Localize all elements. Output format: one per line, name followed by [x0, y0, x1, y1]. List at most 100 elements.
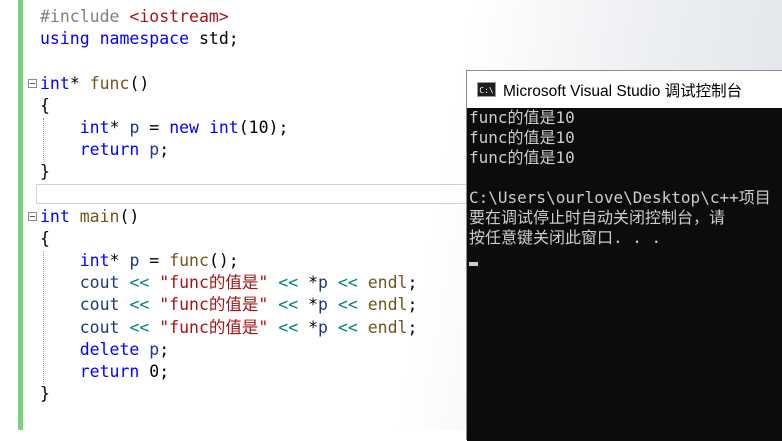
code-token: << — [337, 295, 358, 315]
code-token: ; — [159, 339, 170, 359]
code-token: ; — [407, 317, 418, 337]
code-token: * — [69, 73, 90, 93]
code-token: << — [337, 273, 358, 293]
code-token: int — [40, 206, 70, 226]
code-token: << — [129, 295, 150, 315]
code-line-text: { — [40, 95, 50, 117]
code-line-text: { — [40, 228, 50, 250]
code-token: << — [278, 317, 299, 337]
code-token: * — [298, 295, 319, 315]
code-token: * — [109, 117, 130, 137]
console-output[interactable]: func的值是10 func的值是10 func的值是10 C:\Users\ourl… — [467, 108, 782, 441]
code-token: << — [129, 273, 150, 293]
console-titlebar[interactable]: C:\ Microsoft Visual Studio 调试控制台 — [467, 71, 782, 108]
code-line-text: #include <iostream> — [40, 6, 229, 28]
code-token: p — [149, 339, 160, 359]
code-token: << — [337, 317, 358, 337]
code-token: } — [40, 162, 50, 182]
code-token: (10); — [238, 117, 289, 137]
console-cursor — [469, 262, 478, 266]
code-token: func — [169, 251, 209, 271]
code-token: new — [169, 117, 199, 137]
code-token: int — [40, 73, 70, 93]
code-token: p — [129, 117, 140, 137]
code-token: ; — [407, 273, 418, 293]
code-token: #include — [40, 7, 130, 26]
code-token: * — [298, 317, 319, 337]
code-token: p — [149, 140, 160, 160]
code-line-text: using namespace std; — [40, 28, 239, 50]
console-output-line: func的值是10 — [469, 128, 575, 147]
code-line-text: return p; — [40, 139, 169, 161]
code-token: "func的值是" — [159, 295, 269, 315]
code-token: } — [40, 384, 50, 404]
console-app-icon: C:\ — [477, 82, 496, 97]
code-line-text: int* p = new int(10); — [40, 117, 289, 139]
code-token: 0; — [139, 362, 170, 381]
code-token: main — [79, 206, 120, 226]
console-output-line: C:\Users\ourlove\Desktop\c++项目 — [469, 188, 771, 207]
code-token: int — [79, 251, 110, 271]
code-line-text: return 0; — [40, 361, 169, 383]
code-token: namespace — [99, 29, 190, 49]
code-line-text: cout << "func的值是" << *p << endl; — [40, 317, 418, 339]
code-token: { — [40, 95, 50, 115]
code-token: <iostream> — [129, 7, 229, 26]
code-token: cout — [79, 317, 120, 337]
fold-collapse-icon[interactable] — [28, 78, 37, 88]
code-token: using — [40, 29, 90, 49]
code-token: { — [40, 228, 50, 248]
code-token: int — [208, 117, 239, 137]
code-token: << — [129, 317, 150, 337]
code-line-text: cout << "func的值是" << *p << endl; — [40, 294, 418, 316]
fold-collapse-icon[interactable] — [28, 211, 37, 221]
code-token: return — [79, 362, 140, 381]
code-token: ; — [407, 295, 418, 315]
code-line-text: int* p = func(); — [40, 250, 239, 272]
code-line-text: } — [40, 383, 50, 405]
code-token: (); — [208, 251, 239, 271]
code-line-text: int* func() — [40, 73, 149, 95]
code-token: p — [318, 295, 328, 315]
code-token: () — [119, 206, 140, 226]
code-token: endl — [367, 295, 408, 315]
console-title: Microsoft Visual Studio 调试控制台 — [503, 82, 743, 100]
code-token: = — [139, 251, 170, 271]
console-output-line: func的值是10 — [469, 108, 575, 127]
code-token: func — [89, 73, 130, 93]
code-token: () — [129, 73, 150, 93]
code-line-text: int main() — [40, 206, 139, 228]
code-token: endl — [367, 317, 408, 337]
code-token: p — [318, 317, 328, 337]
code-token: "func的值是" — [159, 273, 269, 293]
debug-console-window[interactable]: C:\ Microsoft Visual Studio 调试控制台 func的值… — [466, 70, 782, 441]
code-token: int — [79, 117, 110, 137]
code-token: cout — [79, 295, 120, 315]
console-output-line: 要在调试停止时自动关闭控制台，请 — [469, 208, 726, 227]
change-indicator-bar — [18, 0, 23, 430]
code-token: std; — [189, 29, 239, 49]
console-output-line: func的值是10 — [469, 148, 575, 167]
code-line-text: } — [40, 161, 50, 183]
